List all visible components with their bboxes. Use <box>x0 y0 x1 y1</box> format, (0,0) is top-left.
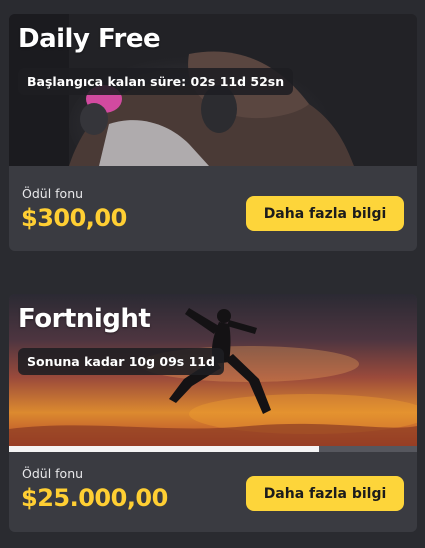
card-hero-image: Fortnight Sonuna kadar 10g 09s 11d <box>9 294 417 446</box>
countdown-badge: Sonuna kadar 10g 09s 11d <box>18 348 224 375</box>
card-footer: Ödül fonu $300,00 Daha fazla bilgi <box>9 166 417 251</box>
tournament-card-fortnight[interactable]: Fortnight Sonuna kadar 10g 09s 11d Ödül … <box>9 294 417 532</box>
tournament-card-daily-free[interactable]: Daily Free Başlangıca kalan süre: 02s 11… <box>9 14 417 251</box>
prize-label: Ödül fonu <box>22 466 84 481</box>
prize-value: $25.000,00 <box>21 484 168 512</box>
card-hero-image: Daily Free Başlangıca kalan süre: 02s 11… <box>9 14 417 166</box>
card-title: Fortnight <box>18 304 151 334</box>
card-footer: Ödül fonu $25.000,00 Daha fazla bilgi <box>9 452 417 532</box>
countdown-badge: Başlangıca kalan süre: 02s 11d 52sn <box>18 68 294 95</box>
prize-value: $300,00 <box>21 204 127 232</box>
more-info-button[interactable]: Daha fazla bilgi <box>246 196 404 231</box>
prize-label: Ödül fonu <box>22 186 84 201</box>
more-info-button[interactable]: Daha fazla bilgi <box>246 476 404 511</box>
card-title: Daily Free <box>18 24 161 54</box>
